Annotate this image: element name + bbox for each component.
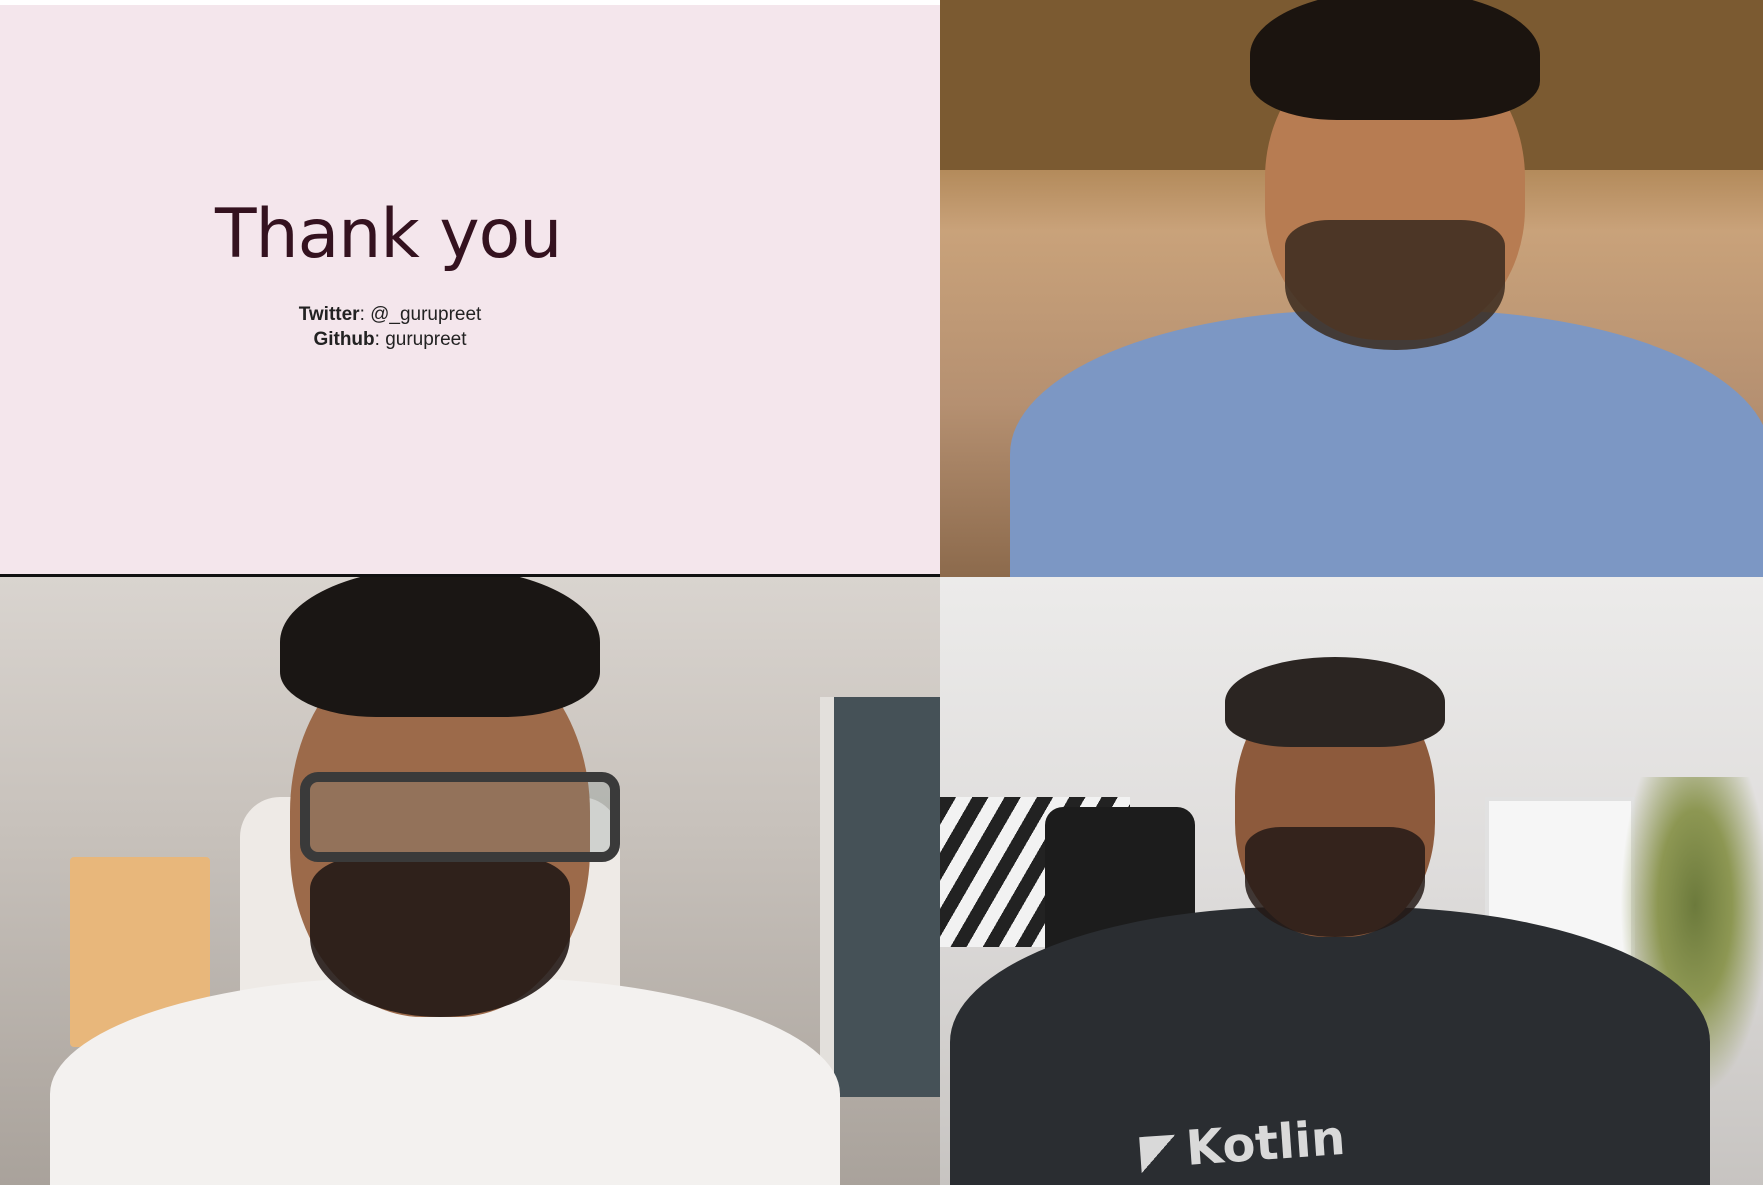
- shared-slide-tile[interactable]: Thank you Twitter: @_gurupreet Github: g…: [0, 0, 940, 574]
- slide-title: Thank you: [215, 195, 562, 274]
- background-window: [820, 697, 940, 1097]
- participant-beard: [310, 857, 570, 1017]
- participant-hair: [1225, 657, 1445, 747]
- participant-hair: [280, 577, 600, 717]
- participant-shirt: [1010, 310, 1763, 577]
- github-handle: : gurupreet: [374, 329, 467, 350]
- participant-video-1[interactable]: [940, 0, 1763, 577]
- participant-beard: [1285, 220, 1505, 350]
- participant-beard: [1245, 827, 1425, 937]
- participant-hair: [1250, 0, 1540, 120]
- twitter-line: Twitter: @_gurupreet: [215, 302, 565, 327]
- slide-contact-info: Twitter: @_gurupreet Github: gurupreet: [215, 302, 565, 352]
- shirt-logo-text: Kotlin: [1184, 1109, 1348, 1177]
- participant-video-3[interactable]: Kotlin: [940, 577, 1763, 1185]
- twitter-handle: : @_gurupreet: [359, 304, 482, 325]
- twitter-label: Twitter: [298, 304, 360, 325]
- video-call-grid: Thank you Twitter: @_gurupreet Github: g…: [0, 0, 1763, 1185]
- participant-video-2[interactable]: [0, 577, 940, 1185]
- github-label: Github: [313, 329, 375, 350]
- participant-glasses: [300, 772, 620, 862]
- github-line: Github: gurupreet: [215, 327, 565, 352]
- kotlin-logo-icon: [1139, 1134, 1178, 1174]
